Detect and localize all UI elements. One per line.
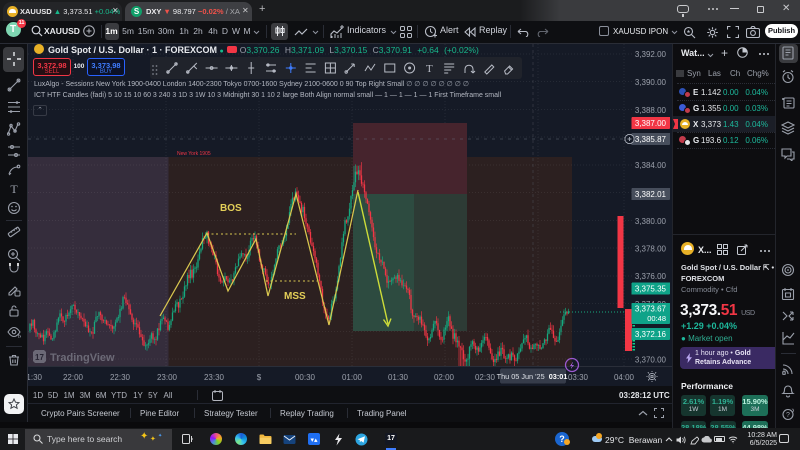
svg-text:BOS: BOS [220,203,242,214]
svg-text:3,387.00: 3,387.00 [635,119,667,128]
svg-text:01:30: 01:30 [388,373,409,382]
svg-text:3,382.01: 3,382.01 [635,190,667,199]
svg-text:22:30: 22:30 [110,373,131,382]
svg-text:23:00: 23:00 [157,373,178,382]
svg-text:$: $ [257,373,262,382]
svg-text:3,375.35: 3,375.35 [635,284,667,293]
svg-text:17: 17 [35,353,44,362]
svg-text:04:00: 04:00 [614,373,635,382]
svg-text:3,384.00: 3,384.00 [635,161,667,170]
svg-text:3,370.00: 3,370.00 [635,355,667,364]
svg-text:3,385.87: 3,385.87 [635,135,667,144]
svg-text:03:30: 03:30 [568,373,589,382]
svg-text:3,380.00: 3,380.00 [635,217,667,226]
svg-text:TradingView: TradingView [50,352,115,364]
svg-text:3,372.16: 3,372.16 [635,330,667,339]
svg-text:3,392.00: 3,392.00 [635,50,667,59]
svg-text:3,390.00: 3,390.00 [635,78,667,87]
svg-text:01:00: 01:00 [342,373,363,382]
svg-text:00:48: 00:48 [647,314,666,323]
svg-text:New York 1905: New York 1905 [177,151,211,157]
svg-text:3,376.00: 3,376.00 [635,272,667,281]
svg-text:T: T [10,182,18,196]
svg-text:3,378.00: 3,378.00 [635,244,667,253]
svg-text:?: ? [786,412,790,419]
svg-text:T: T [426,63,433,75]
svg-text:Thu 05 Jun '25 03:01: Thu 05 Jun '25 03:01 [497,372,568,381]
svg-text:MSS: MSS [284,291,306,302]
svg-text:00:30: 00:30 [295,373,316,382]
svg-text:21:30: 21:30 [28,373,43,382]
svg-text:3,373.67: 3,373.67 [635,304,667,313]
svg-text:02:30: 02:30 [475,373,496,382]
svg-text:3,388.00: 3,388.00 [635,106,667,115]
svg-text:02:00: 02:00 [434,373,455,382]
svg-text:22:00: 22:00 [63,373,84,382]
svg-text:fx: fx [18,334,21,339]
svg-text:23:30: 23:30 [204,373,225,382]
